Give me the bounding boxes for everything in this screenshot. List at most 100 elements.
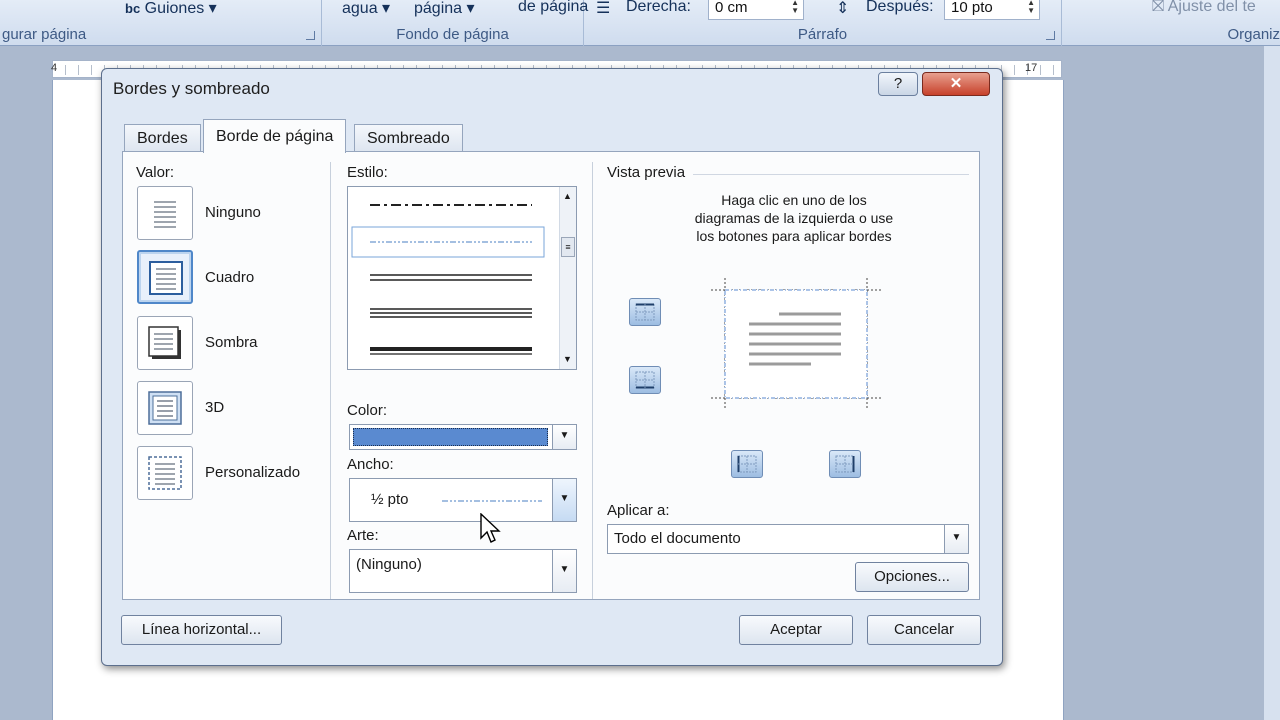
column-divider xyxy=(330,162,331,599)
accept-button[interactable]: Aceptar xyxy=(739,615,853,645)
chevron-down-icon[interactable]: ▼ xyxy=(552,479,576,521)
close-icon: ✕ xyxy=(949,75,963,92)
top-border-button[interactable] xyxy=(629,298,661,326)
vertical-scrollbar[interactable] xyxy=(1264,46,1280,720)
page-borders-label: de página xyxy=(518,0,589,15)
tab-label: Sombreado xyxy=(367,130,450,147)
scroll-down-icon[interactable]: ▼ xyxy=(563,354,572,364)
ribbon: bc Guiones ▾ gurar página agua ▾ página … xyxy=(0,0,1280,46)
ruler-number: 4 xyxy=(51,62,58,74)
hyphenation-label: Guiones xyxy=(144,0,205,17)
vista-previa-label: Vista previa xyxy=(607,164,686,181)
ruler-number: 17 xyxy=(1025,62,1038,74)
group-line xyxy=(693,174,969,175)
width-line-preview xyxy=(442,500,542,502)
borders-shading-dialog: Bordes y sombreado ? ✕ Bordes Borde de p… xyxy=(101,68,1003,666)
mouse-cursor-icon xyxy=(480,513,501,543)
setting-label-3d[interactable]: 3D xyxy=(205,399,224,416)
no-border-icon xyxy=(154,201,176,228)
spacing-after-value: 10 pto xyxy=(951,0,993,16)
apply-to-value: Todo el documento xyxy=(614,530,741,547)
ribbon-group-page-background: agua ▾ página ▾ de página Fondo de págin… xyxy=(322,0,588,46)
apply-to-dropdown[interactable]: Todo el documento ▼ xyxy=(607,524,969,554)
horizontal-line-label: Línea horizontal... xyxy=(141,621,262,638)
setting-cuadro-thumb[interactable] xyxy=(137,250,193,304)
column-divider xyxy=(592,162,593,599)
text-wrap-label: Ajuste del te xyxy=(1167,0,1256,15)
indent-right-value: 0 cm xyxy=(715,0,748,16)
right-border-button[interactable] xyxy=(829,450,861,478)
horizontal-line-button[interactable]: Línea horizontal... xyxy=(121,615,282,645)
spinner-icon[interactable]: ▲ ▼ xyxy=(1027,0,1035,15)
right-border-icon xyxy=(835,455,855,473)
valor-label: Valor: xyxy=(136,164,175,181)
ribbon-group-label: Fondo de página xyxy=(396,26,509,43)
ribbon-group-paragraph: ☰ Derecha: 0 cm ▲ ▼ ⇕ Después: 10 pto ▲ ▼ … xyxy=(584,0,1062,46)
tab-sombreado[interactable]: Sombreado xyxy=(354,124,463,152)
tab-borde-de-pagina[interactable]: Borde de página xyxy=(203,119,347,153)
tab-label: Borde de página xyxy=(216,128,334,145)
style-list-scrollbar[interactable]: ▲ ≡ ▼ xyxy=(559,187,576,369)
spinner-icon[interactable]: ▲ ▼ xyxy=(791,0,799,15)
options-label: Opciones... xyxy=(874,568,950,585)
setting-sombra-thumb[interactable] xyxy=(137,316,193,370)
style-listbox[interactable]: ▲ ≡ ▼ xyxy=(347,186,577,370)
spacing-after-input[interactable]: 10 pto ▲ ▼ xyxy=(944,0,1040,20)
setting-personalizado-thumb[interactable] xyxy=(137,446,193,500)
ancho-label: Ancho: xyxy=(347,456,394,473)
art-dropdown[interactable]: (Ninguno) ▼ xyxy=(349,549,577,593)
setting-label-personalizado[interactable]: Personalizado xyxy=(205,464,300,481)
page-color-button[interactable]: página ▾ xyxy=(414,0,475,18)
tab-panel: Valor: Ninguno Cuadro Sombra 3D Personal… xyxy=(122,151,980,600)
indent-right-icon: ☰ xyxy=(596,0,611,17)
chevron-down-icon[interactable]: ▼ xyxy=(552,550,576,592)
page-borders-button[interactable]: de página xyxy=(518,0,588,16)
chevron-down-icon[interactable]: ▼ xyxy=(944,525,968,553)
chevron-down-icon[interactable]: ▼ xyxy=(552,425,576,449)
art-value: (Ninguno) xyxy=(356,556,422,573)
watermark-label: agua xyxy=(342,0,378,17)
custom-border-icon xyxy=(148,456,182,490)
close-button[interactable]: ✕ xyxy=(922,72,990,96)
color-swatch xyxy=(353,428,548,446)
setting-label-ninguno[interactable]: Ninguno xyxy=(205,204,261,221)
options-button[interactable]: Opciones... xyxy=(855,562,969,592)
box-border-icon xyxy=(149,261,183,295)
arte-label: Arte: xyxy=(347,527,379,544)
accept-label: Aceptar xyxy=(770,621,822,638)
left-border-button[interactable] xyxy=(731,450,763,478)
preview-instruction-line: los botones para aplicar bordes xyxy=(696,228,892,244)
setting-ninguno-thumb[interactable] xyxy=(137,186,193,240)
ribbon-group-arrange: ⛝ Ajuste del te Organiz xyxy=(1068,0,1280,46)
bottom-border-icon xyxy=(635,371,655,389)
dialog-launcher-icon[interactable] xyxy=(306,31,315,40)
border-preview-diagram[interactable] xyxy=(707,276,885,412)
spacing-after-label: Después: xyxy=(866,0,934,15)
hyphenation-control[interactable]: bc Guiones ▾ xyxy=(125,0,217,18)
scroll-up-icon[interactable]: ▲ xyxy=(563,191,572,201)
dialog-launcher-icon[interactable] xyxy=(1046,31,1055,40)
setting-3d-thumb[interactable] xyxy=(137,381,193,435)
ribbon-group-label: Párrafo xyxy=(797,26,848,43)
indent-right-label: Derecha: xyxy=(626,0,691,15)
setting-label-sombra[interactable]: Sombra xyxy=(205,334,258,351)
width-value: ½ pto xyxy=(371,491,409,508)
width-dropdown[interactable]: ½ pto ▼ xyxy=(349,478,577,522)
text-wrap-button[interactable]: ⛝ Ajuste del te xyxy=(1152,0,1256,16)
tab-label: Bordes xyxy=(137,130,188,147)
scroll-thumb[interactable]: ≡ xyxy=(561,237,575,257)
style-list-items xyxy=(351,204,545,355)
spacing-after-icon: ⇕ xyxy=(836,0,850,17)
cancel-button[interactable]: Cancelar xyxy=(867,615,981,645)
help-icon: ? xyxy=(893,75,903,92)
bottom-border-button[interactable] xyxy=(629,366,661,394)
setting-label-cuadro[interactable]: Cuadro xyxy=(205,269,254,286)
help-button[interactable]: ? xyxy=(878,72,918,96)
page-color-label: página xyxy=(414,0,463,17)
watermark-button[interactable]: agua ▾ xyxy=(342,0,390,18)
tab-bordes[interactable]: Bordes xyxy=(124,124,201,152)
indent-right-input[interactable]: 0 cm ▲ ▼ xyxy=(708,0,804,20)
dialog-titlebar[interactable]: Bordes y sombreado ? ✕ xyxy=(102,69,1002,109)
dialog-title: Bordes y sombreado xyxy=(113,79,270,98)
color-dropdown[interactable]: ▼ xyxy=(349,424,577,450)
